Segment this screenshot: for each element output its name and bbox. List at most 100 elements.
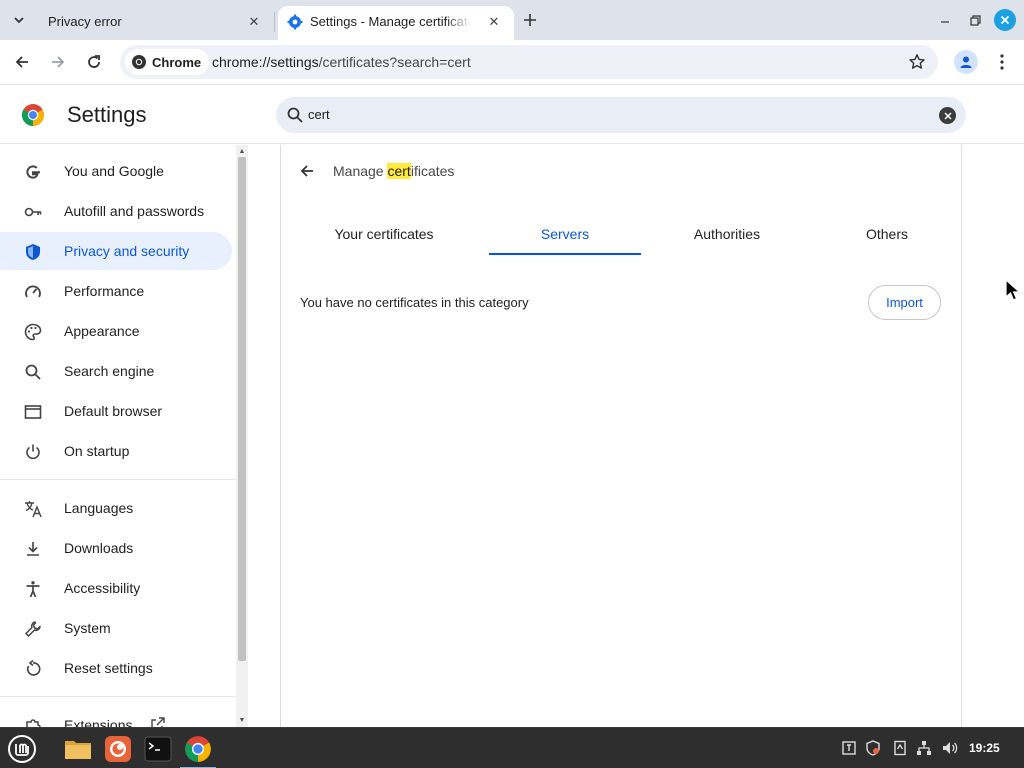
sidebar-item-autofill[interactable]: Autofill and passwords xyxy=(0,192,232,230)
tray-keyboard-icon[interactable] xyxy=(840,739,858,757)
reload-icon xyxy=(88,55,100,68)
tray-network-icon[interactable] xyxy=(915,739,933,757)
page-title: Manage certificates xyxy=(333,163,454,179)
settings-gear-icon xyxy=(287,14,303,30)
tab-title: Settings - Manage certificates xyxy=(310,14,470,29)
empty-state-message: You have no certificates in this categor… xyxy=(300,295,529,310)
open-in-new-icon xyxy=(151,717,165,727)
file-manager-launcher[interactable] xyxy=(60,731,96,767)
sidebar-item-search-engine[interactable]: Search engine xyxy=(0,352,232,390)
search-icon xyxy=(287,107,303,123)
scroll-up-arrow-icon[interactable]: ▲ xyxy=(236,146,248,156)
tray-volume-icon[interactable] xyxy=(941,739,959,757)
browser-toolbar: Chrome chrome://settings/certificates?se… xyxy=(0,40,1024,85)
clear-search-button[interactable] xyxy=(939,107,956,124)
forward-button[interactable] xyxy=(46,50,70,74)
sidebar-item-label: Reset settings xyxy=(64,660,153,676)
start-menu-button[interactable] xyxy=(4,731,40,767)
chrome-icon xyxy=(185,736,211,762)
plus-icon xyxy=(524,14,536,26)
chrome-launcher[interactable] xyxy=(180,731,216,768)
sidebar-item-extensions[interactable]: Extensions xyxy=(0,706,232,727)
tray-notes-icon[interactable] xyxy=(891,739,909,757)
speedometer-icon xyxy=(23,282,43,302)
scroll-down-arrow-icon[interactable]: ▼ xyxy=(236,715,248,725)
back-button[interactable] xyxy=(10,50,34,74)
arrow-left-icon xyxy=(15,56,28,68)
address-bar[interactable]: Chrome chrome://settings/certificates?se… xyxy=(120,45,938,79)
sidebar-item-label: Default browser xyxy=(64,403,163,419)
tab-close-icon[interactable]: ✕ xyxy=(246,14,262,30)
reload-button[interactable] xyxy=(82,50,106,74)
browser-menu-button[interactable] xyxy=(992,50,1012,74)
terminal-icon xyxy=(144,736,172,762)
chevron-down-icon xyxy=(14,17,24,24)
tab-authorities[interactable]: Authorities xyxy=(652,212,802,256)
close-icon xyxy=(1000,15,1010,25)
window-close-button[interactable] xyxy=(994,9,1016,31)
sidebar-item-label: Appearance xyxy=(64,323,140,339)
firefox-launcher[interactable] xyxy=(100,731,136,767)
sidebar-item-default-browser[interactable]: Default browser xyxy=(0,392,232,430)
minimize-button[interactable] xyxy=(934,9,956,31)
settings-sidebar: You and Google Autofill and passwords Pr… xyxy=(0,145,236,727)
sidebar-item-label: Accessibility xyxy=(64,580,141,596)
clock[interactable]: 19:25 xyxy=(969,741,1000,755)
reset-icon xyxy=(23,659,43,679)
power-icon xyxy=(23,442,43,462)
site-chip-label: Chrome xyxy=(152,54,202,70)
bookmark-star-icon[interactable] xyxy=(908,53,926,71)
wrench-icon xyxy=(23,619,43,639)
sidebar-item-reset-settings[interactable]: Reset settings xyxy=(0,649,232,687)
settings-header: Settings cert xyxy=(0,86,1024,144)
tab-search-button[interactable] xyxy=(6,7,32,33)
new-tab-button[interactable] xyxy=(518,8,542,32)
sidebar-item-you-and-google[interactable]: You and Google xyxy=(0,152,232,190)
sidebar-item-downloads[interactable]: Downloads xyxy=(0,529,232,567)
maximize-button[interactable] xyxy=(964,9,986,31)
terminal-launcher[interactable] xyxy=(140,731,176,767)
tray-shield-icon[interactable] xyxy=(864,739,882,757)
sidebar-item-label: On startup xyxy=(64,443,130,459)
download-icon xyxy=(23,539,43,559)
sidebar-divider xyxy=(0,696,236,697)
tab-your-certificates[interactable]: Your certificates xyxy=(300,212,468,256)
sidebar-item-performance[interactable]: Performance xyxy=(0,272,232,310)
import-button[interactable]: Import xyxy=(868,285,941,320)
sidebar-item-appearance[interactable]: Appearance xyxy=(0,312,232,350)
url-text: chrome://settings/certificates?search=ce… xyxy=(212,54,471,70)
minimize-icon xyxy=(941,21,949,23)
sidebar-item-label: System xyxy=(64,620,111,636)
back-arrow-button[interactable] xyxy=(296,160,318,182)
sidebar-item-label: Privacy and security xyxy=(64,243,190,259)
sidebar-item-system[interactable]: System xyxy=(0,609,232,647)
sidebar-item-privacy-and-security[interactable]: Privacy and security xyxy=(0,232,232,270)
chrome-logo-icon xyxy=(22,104,44,126)
settings-search-input[interactable]: cert xyxy=(276,97,966,133)
sidebar-item-accessibility[interactable]: Accessibility xyxy=(0,569,232,607)
sidebar-item-label: Downloads xyxy=(64,540,134,556)
palette-icon xyxy=(23,322,43,342)
tab-others[interactable]: Others xyxy=(812,212,962,256)
puzzle-icon xyxy=(23,716,43,727)
mouse-cursor-icon xyxy=(1005,278,1022,301)
sidebar-item-label: Languages xyxy=(64,500,134,516)
linux-mint-logo-icon xyxy=(8,735,36,763)
site-info-chip[interactable]: Chrome xyxy=(125,49,210,75)
sidebar-item-on-startup[interactable]: On startup xyxy=(0,432,232,470)
tab-servers[interactable]: Servers xyxy=(489,212,641,256)
url-host: chrome://settings xyxy=(212,54,319,70)
profile-button[interactable] xyxy=(954,50,978,74)
translate-icon xyxy=(23,499,43,519)
tab-privacy-error[interactable]: Privacy error ✕ xyxy=(36,6,274,40)
browser-window-icon xyxy=(23,402,43,422)
sidebar-item-languages[interactable]: Languages xyxy=(0,489,232,527)
close-icon xyxy=(943,111,952,120)
tab-settings[interactable]: Settings - Manage certificates ✕ xyxy=(278,6,514,40)
firefox-icon xyxy=(105,736,131,762)
sidebar-scrollbar[interactable]: ▲ ▼ xyxy=(236,145,248,727)
restore-icon xyxy=(969,14,981,26)
page-title-prefix: Manage xyxy=(333,163,388,179)
scrollbar-thumb[interactable] xyxy=(238,157,246,661)
tab-close-icon[interactable]: ✕ xyxy=(486,14,502,30)
